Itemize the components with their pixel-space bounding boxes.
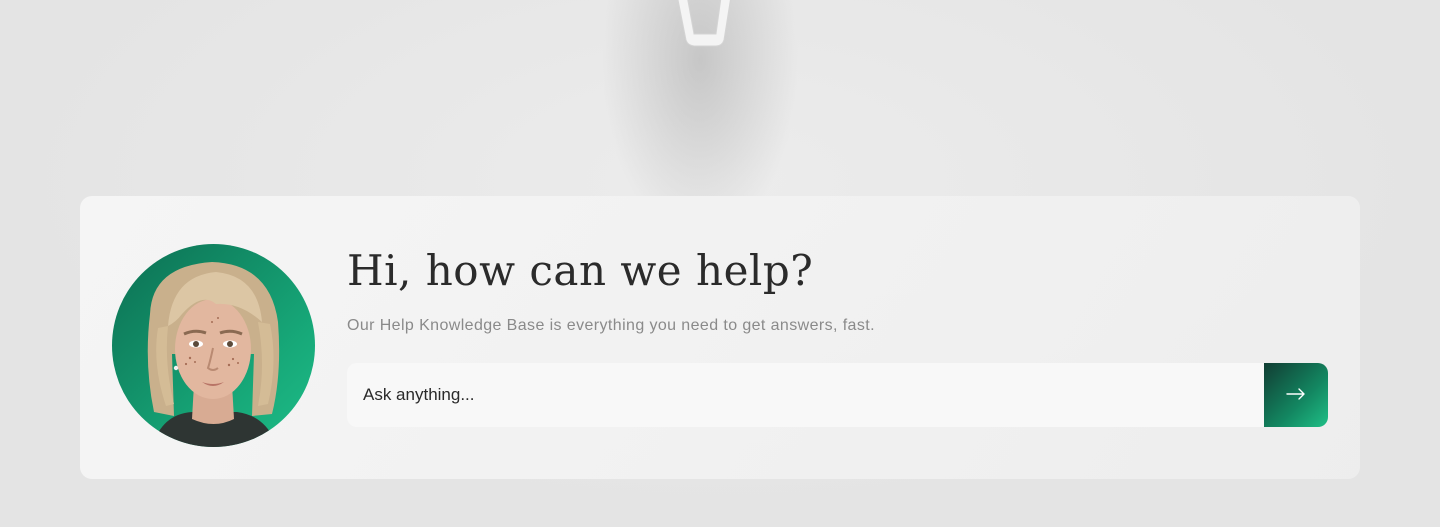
search-submit-button[interactable]	[1264, 363, 1328, 427]
search-input[interactable]	[347, 363, 1264, 427]
page-title: Hi, how can we help?	[347, 246, 814, 295]
hanger-decoration	[672, 0, 732, 54]
search-form	[347, 363, 1328, 427]
avatar	[112, 244, 315, 447]
help-card: Hi, how can we help? Our Help Knowledge …	[80, 196, 1360, 479]
page-subtitle: Our Help Knowledge Base is everything yo…	[347, 317, 875, 334]
arrow-right-icon	[1286, 387, 1306, 403]
